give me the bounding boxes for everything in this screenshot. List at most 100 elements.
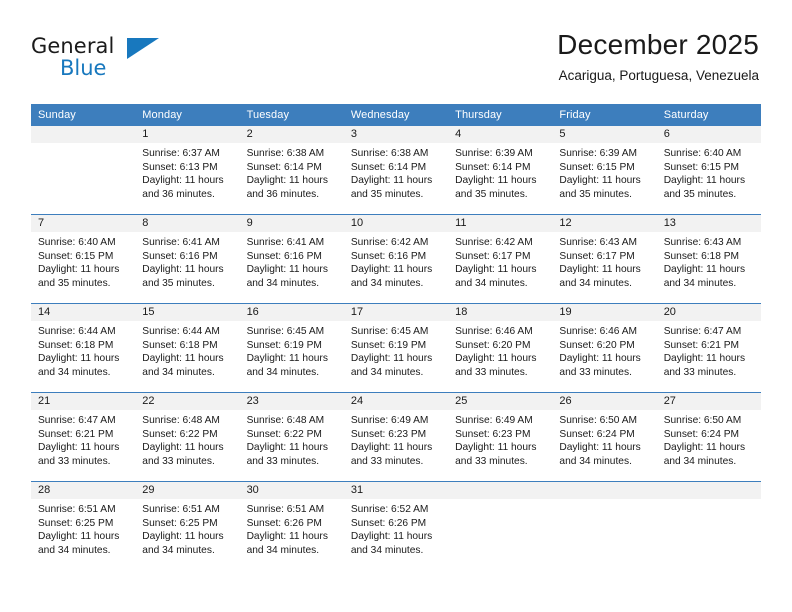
calendar-day-cell[interactable]: 18 Sunrise: 6:46 AM Sunset: 6:20 PM Dayligh… xyxy=(448,303,553,393)
calendar-day-cell[interactable]: 23 Sunrise: 6:48 AM Sunset: 6:22 PM Dayligh… xyxy=(239,392,344,482)
calendar-day-cell[interactable]: 27 Sunrise: 6:50 AM Sunset: 6:24 PM Dayligh… xyxy=(656,392,761,482)
calendar-day-cell[interactable]: 15 Sunrise: 6:44 AM Sunset: 6:18 PM Dayligh… xyxy=(135,303,240,393)
calendar-day-cell[interactable]: 10 Sunrise: 6:42 AM Sunset: 6:16 PM Dayligh… xyxy=(343,214,449,304)
day-details: Sunrise: 6:43 AM Sunset: 6:17 PM Daylight:… xyxy=(552,232,656,290)
sunset-text: Sunset: 6:18 PM xyxy=(663,250,740,262)
day-details: Sunrise: 6:46 AM Sunset: 6:20 PM Daylight:… xyxy=(552,321,656,379)
day-cell-inner: 21 Sunrise: 6:47 AM Sunset: 6:21 PM Dayligh… xyxy=(31,393,136,481)
triangle-icon xyxy=(127,38,159,59)
daylight-text-line1: Daylight: 11 hours xyxy=(663,264,746,276)
daylight-text-line1: Daylight: 11 hours xyxy=(246,353,328,365)
sunset-text: Sunset: 6:14 PM xyxy=(246,161,322,173)
calendar-day-cell[interactable]: 7 Sunrise: 6:40 AM Sunset: 6:15 PM Daylight… xyxy=(31,214,136,304)
daylight-text-line2: and 34 minutes. xyxy=(350,366,424,378)
day-cell-inner: 7 Sunrise: 6:40 AM Sunset: 6:15 PM Daylight… xyxy=(31,215,136,303)
calendar-day-cell[interactable]: 4 Sunrise: 6:39 AM Sunset: 6:14 PM Daylight… xyxy=(448,126,553,215)
day-number: 29 xyxy=(135,482,240,499)
sunset-text: Sunset: 6:19 PM xyxy=(246,339,322,351)
calendar-day-cell[interactable]: 19 Sunrise: 6:46 AM Sunset: 6:20 PM Dayligh… xyxy=(552,303,657,393)
day-cell-inner xyxy=(448,482,553,570)
sunset-text: Sunset: 6:22 PM xyxy=(142,428,218,440)
calendar-day-cell[interactable]: 24 Sunrise: 6:49 AM Sunset: 6:23 PM Dayligh… xyxy=(343,392,449,482)
calendar-day-cell[interactable]: 14 Sunrise: 6:44 AM Sunset: 6:18 PM Dayligh… xyxy=(31,303,136,393)
day-number: 9 xyxy=(239,215,344,232)
sunset-text: Sunset: 6:25 PM xyxy=(38,517,114,529)
calendar-header-row: Sunday Monday Tuesday Wednesday Thursday Frid… xyxy=(31,104,761,126)
calendar-day-cell xyxy=(31,126,136,215)
calendar-day-cell[interactable]: 6 Sunrise: 6:40 AM Sunset: 6:15 PM Daylight… xyxy=(656,126,761,215)
sunrise-text: Sunrise: 6:37 AM xyxy=(142,148,220,159)
sunset-text: Sunset: 6:26 PM xyxy=(246,517,322,529)
day-number: 6 xyxy=(656,126,761,143)
calendar-day-cell[interactable]: 26 Sunrise: 6:50 AM Sunset: 6:24 PM Dayligh… xyxy=(552,392,657,482)
calendar-day-cell[interactable]: 31 Sunrise: 6:52 AM Sunset: 6:26 PM Dayligh… xyxy=(343,481,449,570)
day-cell-inner: 18 Sunrise: 6:46 AM Sunset: 6:20 PM Dayligh… xyxy=(448,304,553,392)
day-cell-inner: 30 Sunrise: 6:51 AM Sunset: 6:26 PM Dayligh… xyxy=(239,482,344,570)
calendar-day-cell xyxy=(448,481,553,570)
calendar-day-cell[interactable]: 8 Sunrise: 6:41 AM Sunset: 6:16 PM Daylight… xyxy=(135,214,240,304)
calendar-day-cell[interactable]: 30 Sunrise: 6:51 AM Sunset: 6:26 PM Dayligh… xyxy=(239,481,344,570)
calendar-day-cell[interactable]: 25 Sunrise: 6:49 AM Sunset: 6:23 PM Dayligh… xyxy=(448,392,553,482)
day-number: 4 xyxy=(448,126,553,143)
calendar-table: Sunday Monday Tuesday Wednesday Thursday Frid… xyxy=(31,104,761,570)
day-details: Sunrise: 6:43 AM Sunset: 6:18 PM Daylight:… xyxy=(657,232,761,290)
sunset-text: Sunset: 6:19 PM xyxy=(350,339,427,351)
day-cell-inner: 26 Sunrise: 6:50 AM Sunset: 6:24 PM Dayligh… xyxy=(552,393,657,481)
day-cell-inner: 9 Sunrise: 6:41 AM Sunset: 6:16 PM Daylight… xyxy=(239,215,344,303)
calendar-day-cell[interactable]: 1 Sunrise: 6:37 AM Sunset: 6:13 PM Daylight… xyxy=(135,126,240,215)
day-cell-inner: 2 Sunrise: 6:38 AM Sunset: 6:14 PM Daylight… xyxy=(239,126,344,214)
calendar-day-cell[interactable]: 9 Sunrise: 6:41 AM Sunset: 6:16 PM Daylight… xyxy=(239,214,344,304)
weekday-header-wednesday: Wednesday xyxy=(343,104,449,126)
daylight-text-line1: Daylight: 11 hours xyxy=(559,175,641,187)
daylight-text-line2: and 34 minutes. xyxy=(246,544,320,556)
sunrise-text: Sunrise: 6:43 AM xyxy=(663,237,742,248)
sunset-text: Sunset: 6:16 PM xyxy=(142,250,218,262)
daylight-text-line2: and 36 minutes. xyxy=(246,188,320,200)
calendar-day-cell[interactable]: 3 Sunrise: 6:38 AM Sunset: 6:14 PM Daylight… xyxy=(343,126,449,215)
day-cell-inner: 31 Sunrise: 6:52 AM Sunset: 6:26 PM Dayligh… xyxy=(343,482,449,570)
sunrise-text: Sunrise: 6:50 AM xyxy=(559,415,637,426)
calendar-day-cell[interactable]: 2 Sunrise: 6:38 AM Sunset: 6:14 PM Daylight… xyxy=(239,126,344,215)
day-cell-inner: 20 Sunrise: 6:47 AM Sunset: 6:21 PM Dayligh… xyxy=(656,304,761,392)
sunrise-text: Sunrise: 6:40 AM xyxy=(38,237,116,248)
daylight-text-line2: and 34 minutes. xyxy=(559,277,632,289)
calendar-day-cell[interactable]: 13 Sunrise: 6:43 AM Sunset: 6:18 PM Dayligh… xyxy=(656,214,761,304)
sunset-text: Sunset: 6:23 PM xyxy=(455,428,531,440)
sunrise-text: Sunrise: 6:44 AM xyxy=(38,326,116,337)
daylight-text-line2: and 33 minutes. xyxy=(663,366,737,378)
calendar-day-cell[interactable]: 16 Sunrise: 6:45 AM Sunset: 6:19 PM Dayligh… xyxy=(239,303,344,393)
calendar-day-cell[interactable]: 29 Sunrise: 6:51 AM Sunset: 6:25 PM Dayligh… xyxy=(135,481,240,570)
day-details: Sunrise: 6:40 AM Sunset: 6:15 PM Daylight:… xyxy=(31,232,135,290)
calendar-day-cell[interactable]: 12 Sunrise: 6:43 AM Sunset: 6:17 PM Dayligh… xyxy=(552,214,657,304)
daylight-text-line1: Daylight: 11 hours xyxy=(559,442,641,454)
sunrise-text: Sunrise: 6:43 AM xyxy=(559,237,637,248)
masthead: General Blue December 2025 Acarigua, Por… xyxy=(31,28,759,90)
calendar-day-cell[interactable]: 5 Sunrise: 6:39 AM Sunset: 6:15 PM Daylight… xyxy=(552,126,657,215)
daylight-text-line2: and 33 minutes. xyxy=(455,366,528,378)
calendar-day-cell[interactable]: 21 Sunrise: 6:47 AM Sunset: 6:21 PM Dayligh… xyxy=(31,392,136,482)
day-details: Sunrise: 6:51 AM Sunset: 6:26 PM Daylight:… xyxy=(240,499,344,557)
day-details: Sunrise: 6:46 AM Sunset: 6:20 PM Daylight:… xyxy=(448,321,552,379)
calendar-day-cell[interactable]: 28 Sunrise: 6:51 AM Sunset: 6:25 PM Dayligh… xyxy=(31,481,136,570)
daylight-text-line2: and 33 minutes. xyxy=(350,455,424,467)
day-number: 11 xyxy=(448,215,553,232)
sunrise-text: Sunrise: 6:47 AM xyxy=(663,326,742,337)
sunrise-text: Sunrise: 6:38 AM xyxy=(350,148,429,159)
weekday-header-monday: Monday xyxy=(135,104,240,126)
day-cell-inner xyxy=(656,482,761,570)
day-details: Sunrise: 6:39 AM Sunset: 6:15 PM Daylight:… xyxy=(552,143,656,201)
daylight-text-line2: and 34 minutes. xyxy=(663,277,737,289)
sunrise-text: Sunrise: 6:39 AM xyxy=(559,148,637,159)
daylight-text-line2: and 35 minutes. xyxy=(663,188,737,200)
sunrise-text: Sunrise: 6:45 AM xyxy=(350,326,429,337)
calendar-day-cell[interactable]: 22 Sunrise: 6:48 AM Sunset: 6:22 PM Dayligh… xyxy=(135,392,240,482)
daylight-text-line1: Daylight: 11 hours xyxy=(559,264,641,276)
general-blue-logo[interactable]: General Blue xyxy=(31,34,171,86)
calendar-day-cell[interactable]: 11 Sunrise: 6:42 AM Sunset: 6:17 PM Dayligh… xyxy=(448,214,553,304)
day-number: 31 xyxy=(343,482,449,499)
calendar-day-cell[interactable]: 20 Sunrise: 6:47 AM Sunset: 6:21 PM Dayligh… xyxy=(656,303,761,393)
sunset-text: Sunset: 6:18 PM xyxy=(38,339,114,351)
calendar-day-cell[interactable]: 17 Sunrise: 6:45 AM Sunset: 6:19 PM Dayligh… xyxy=(343,303,449,393)
daylight-text-line1: Daylight: 11 hours xyxy=(455,353,537,365)
daylight-text-line2: and 34 minutes. xyxy=(350,277,424,289)
